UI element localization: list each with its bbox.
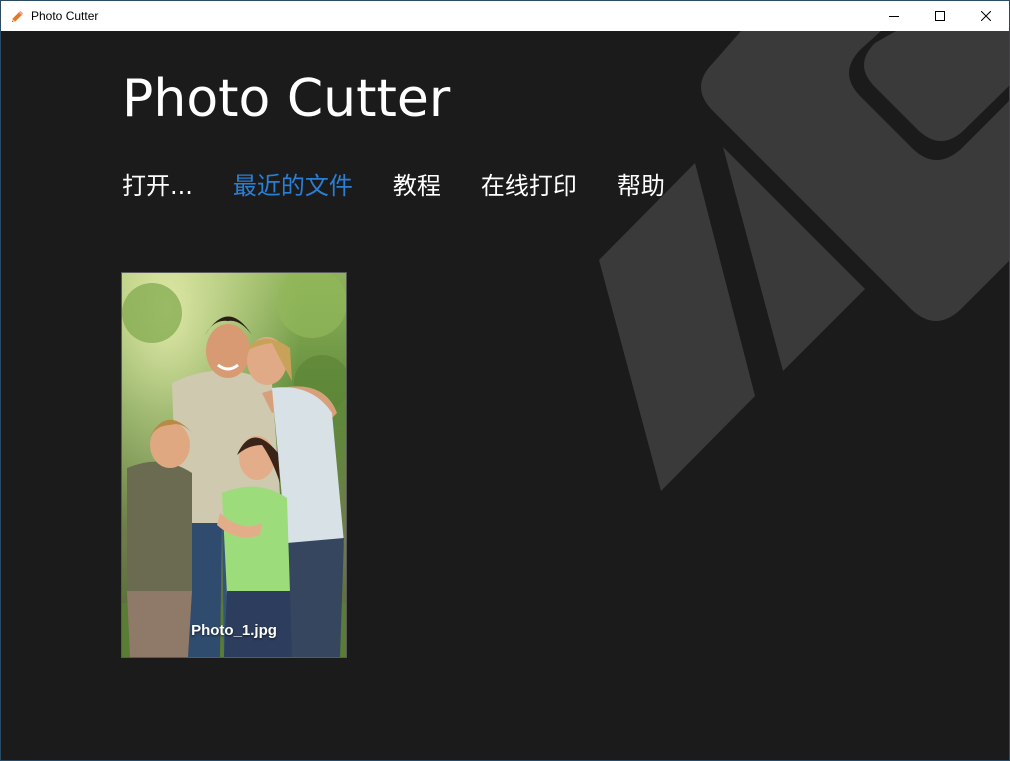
nav-recent-files[interactable]: 最近的文件: [233, 168, 353, 204]
app-window: Photo Cutter Photo Cutter 打开... 最近的文件 教程…: [0, 0, 1010, 761]
nav-online-print[interactable]: 在线打印: [481, 168, 577, 204]
minimize-button[interactable]: [871, 1, 917, 31]
close-icon: [981, 11, 991, 21]
nav-tutorial[interactable]: 教程: [393, 168, 441, 204]
window-title: Photo Cutter: [31, 9, 99, 23]
maximize-button[interactable]: [917, 1, 963, 31]
recent-file-thumbnail[interactable]: Photo_1.jpg: [121, 272, 347, 658]
main-nav: 打开... 最近的文件 教程 在线打印 帮助: [122, 168, 665, 204]
thumbnail-filename: Photo_1.jpg: [191, 622, 277, 639]
nav-open[interactable]: 打开...: [122, 168, 193, 204]
main-content: Photo Cutter 打开... 最近的文件 教程 在线打印 帮助 Phot…: [1, 31, 1009, 760]
nav-help[interactable]: 帮助: [617, 168, 665, 204]
maximize-icon: [935, 11, 945, 21]
minimize-icon: [889, 11, 899, 21]
title-bar[interactable]: Photo Cutter: [1, 1, 1009, 31]
close-button[interactable]: [963, 1, 1009, 31]
family-photo-image: [122, 273, 346, 657]
app-title: Photo Cutter: [122, 69, 451, 129]
pencil-icon: [10, 8, 26, 24]
